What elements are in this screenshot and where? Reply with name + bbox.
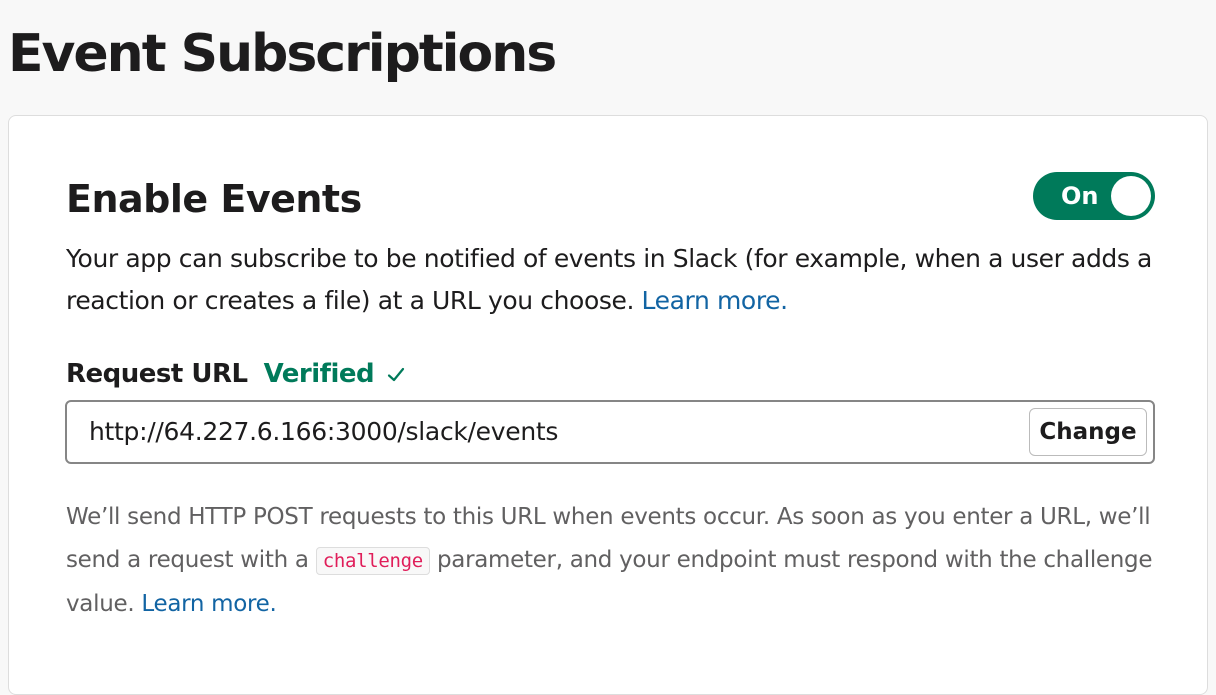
help-learn-more-link[interactable]: Learn more. [141,591,276,617]
request-url-field[interactable]: http://64.227.6.166:3000/slack/events Ch… [65,400,1155,464]
request-url-label: Request URL [66,359,248,389]
request-url-help: We’ll send HTTP POST requests to this UR… [66,496,1176,626]
enable-events-toggle[interactable]: On [1033,172,1155,220]
enable-events-description: Your app can subscribe to be notified of… [66,238,1166,322]
event-settings-card: Enable Events On Your app can subscribe … [8,115,1208,695]
challenge-code: challenge [315,547,430,575]
toggle-knob [1111,176,1151,216]
toggle-label: On [1061,182,1099,210]
verified-status: Verified [263,359,375,389]
check-icon [386,360,406,400]
learn-more-link[interactable]: Learn more. [642,286,789,315]
change-button[interactable]: Change [1029,408,1147,456]
request-url-header: Request URL Verified [66,354,406,394]
description-text: Your app can subscribe to be notified of… [66,244,1152,315]
request-url-value[interactable]: http://64.227.6.166:3000/slack/events [89,402,558,462]
page-title: Event Subscriptions [8,24,557,84]
section-title: Enable Events [66,177,362,221]
